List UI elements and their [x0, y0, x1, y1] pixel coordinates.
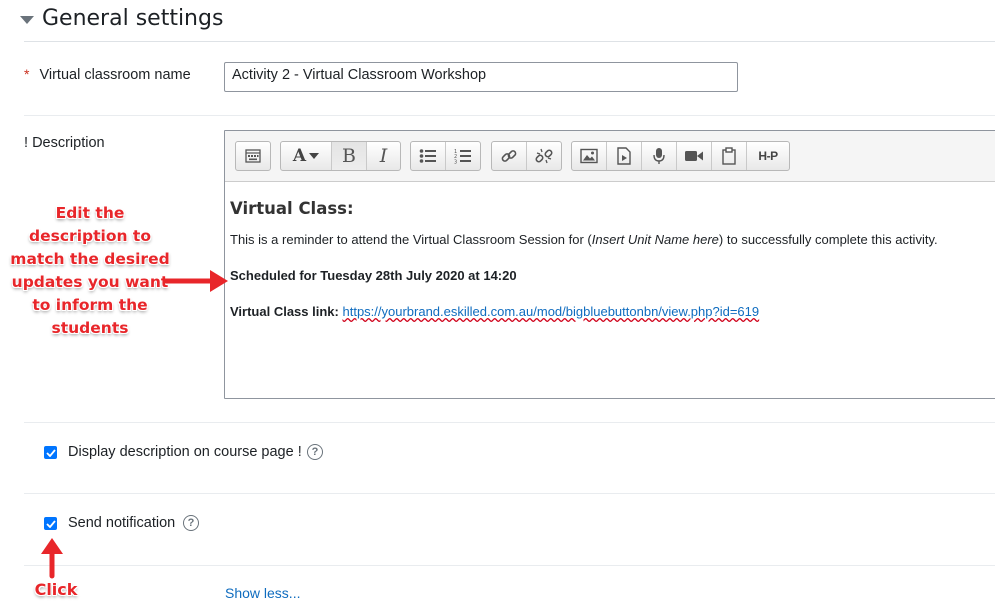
name-label-text: Virtual classroom name	[39, 67, 191, 83]
link-paragraph: Virtual Class link: https://yourbrand.es…	[230, 304, 990, 319]
section-divider	[24, 41, 995, 42]
send-notification-checkbox[interactable]	[44, 517, 57, 530]
paragraph-styles-button[interactable]: A	[281, 142, 332, 170]
display-description-checkbox[interactable]	[44, 446, 57, 459]
schedule-paragraph: Scheduled for Tuesday 28th July 2020 at …	[230, 268, 517, 283]
editor-content-area[interactable]: Virtual Class: This is a reminder to att…	[230, 197, 990, 340]
collapse-caret-icon[interactable]	[20, 15, 34, 24]
bold-icon: B	[342, 145, 356, 167]
display-description-text: Display description on course page	[68, 444, 294, 460]
media-file-icon	[617, 147, 631, 165]
unordered-list-button[interactable]	[411, 142, 446, 170]
description-editor[interactable]: A B I 1 2 3 H-P Virtual Class: This is a…	[224, 130, 995, 399]
description-label: ! Description	[24, 135, 105, 151]
arrow-up-icon	[41, 538, 63, 579]
clipboard-icon	[722, 147, 736, 165]
toolbar-group-4	[491, 141, 562, 171]
arrow-right-icon	[163, 270, 228, 292]
link-button[interactable]	[492, 142, 527, 170]
checkmark-icon	[45, 448, 56, 457]
checkbox-checked[interactable]	[44, 446, 57, 459]
numbered-list-icon: 1 2 3	[454, 149, 471, 165]
toolbar-group-5: H-P	[571, 141, 790, 171]
section-title: General settings	[42, 6, 224, 31]
row-divider	[24, 115, 995, 116]
insert-media-button[interactable]	[607, 142, 642, 170]
reminder-paragraph: This is a reminder to attend the Virtual…	[230, 232, 990, 247]
show-less-link[interactable]: Show less...	[225, 585, 300, 601]
font-style-icon: A	[292, 146, 307, 166]
bold-button[interactable]: B	[332, 142, 367, 170]
unlink-icon	[535, 148, 553, 164]
classroom-name-input[interactable]: Activity 2 - Virtual Classroom Workshop	[224, 62, 738, 92]
toolbar-group-3: 1 2 3	[410, 141, 481, 171]
record-audio-button[interactable]	[642, 142, 677, 170]
bullet-list-icon	[419, 149, 436, 163]
record-video-button[interactable]	[677, 142, 712, 170]
dropdown-caret-icon	[309, 153, 320, 159]
unit-placeholder-text: Insert Unit Name here	[591, 232, 719, 247]
virtual-class-link[interactable]: https://yourbrand.eskilled.com.au/mod/bi…	[342, 304, 759, 319]
edit-description-annotation: Edit the description to match the desire…	[10, 204, 170, 337]
reminder-text-end: ) to successfully complete this activity…	[718, 232, 938, 247]
description-flag: !	[24, 135, 29, 151]
italic-button[interactable]: I	[367, 142, 400, 170]
display-description-label: Display description on course page !	[68, 444, 302, 460]
manage-files-button[interactable]	[712, 142, 747, 170]
toolbar-group-2: A B I	[280, 141, 401, 171]
row-divider	[24, 493, 995, 494]
ordered-list-button[interactable]: 1 2 3	[446, 142, 480, 170]
italic-icon: I	[379, 145, 388, 167]
help-icon[interactable]: ?	[183, 515, 199, 531]
help-icon[interactable]: ?	[307, 444, 323, 460]
name-label: * Virtual classroom name	[24, 66, 191, 83]
link-icon	[501, 150, 517, 162]
insert-image-button[interactable]	[572, 142, 607, 170]
checkmark-icon	[45, 519, 56, 528]
microphone-icon	[653, 148, 665, 164]
row-divider	[24, 565, 995, 566]
video-camera-icon	[685, 151, 703, 161]
send-notification-label: Send notification	[68, 515, 176, 531]
reminder-text-start: This is a reminder to attend the Virtual…	[230, 232, 592, 247]
link-label: Virtual Class link:	[230, 304, 339, 319]
unlink-button[interactable]	[527, 142, 561, 170]
required-icon: *	[24, 66, 30, 82]
section-header-general[interactable]: General settings	[20, 6, 223, 31]
description-label-text: Description	[32, 135, 105, 151]
content-heading: Virtual Class:	[230, 199, 354, 218]
editor-toolbar: A B I 1 2 3 H-P	[225, 131, 995, 182]
row-divider	[24, 422, 995, 423]
insert-h5p-button[interactable]: H-P	[747, 142, 789, 170]
h5p-icon: H-P	[758, 149, 778, 163]
checkbox-checked[interactable]	[44, 517, 57, 530]
click-annotation: Click	[34, 580, 78, 599]
toolbar-group-1	[235, 141, 271, 171]
display-description-flag: !	[297, 444, 302, 460]
image-icon	[580, 148, 598, 164]
toolbar-toggle-icon	[245, 149, 261, 163]
show-more-buttons-button[interactable]	[236, 142, 270, 170]
svg-text:3: 3	[454, 160, 457, 165]
